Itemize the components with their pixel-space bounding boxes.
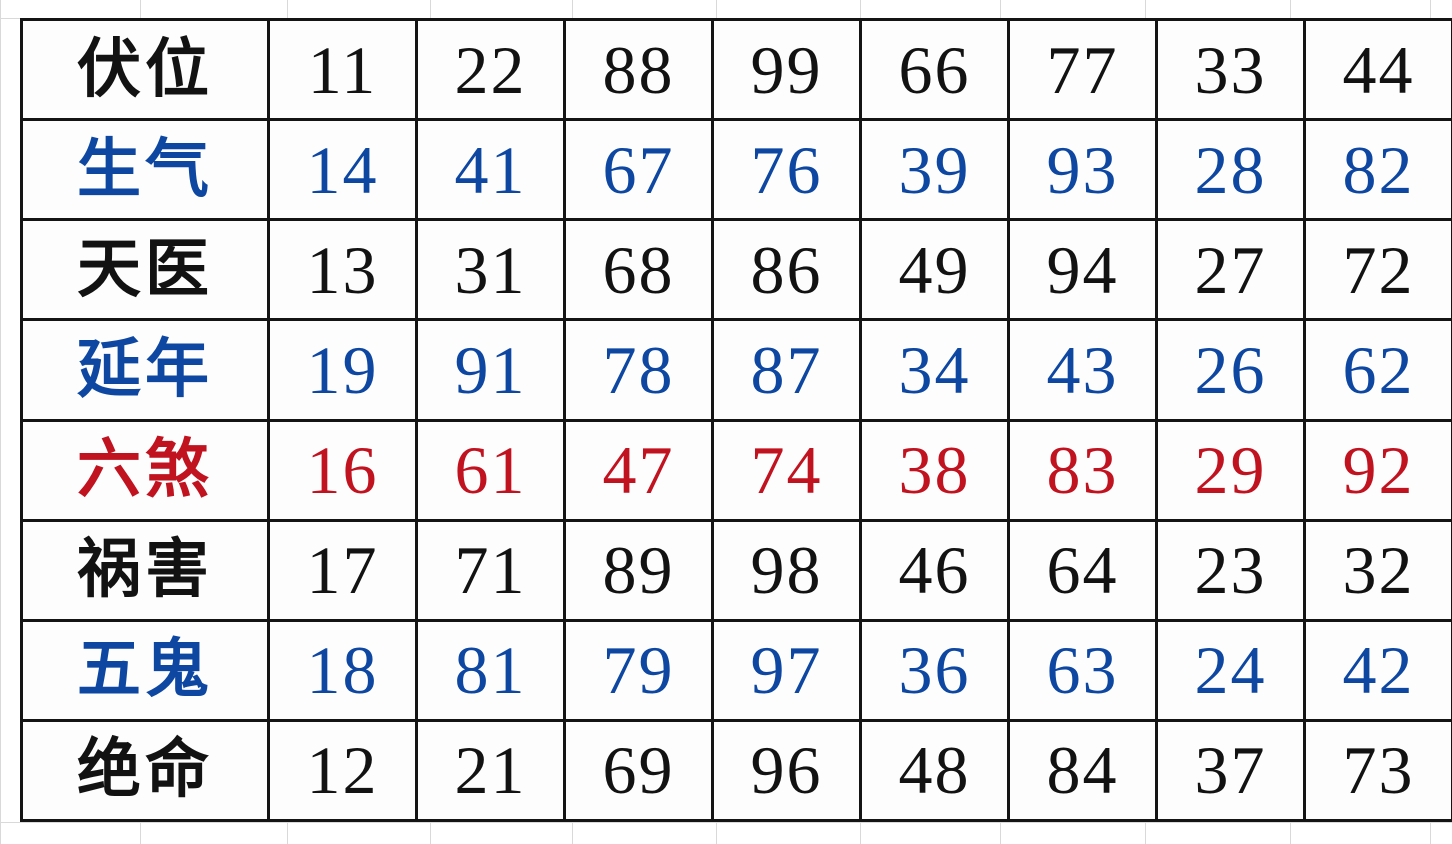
bagua-table-container: 伏位 11 22 88 99 66 77 33 44 生气 14 41 67 76 39 93 28 82 天医 13… — [20, 17, 1452, 823]
cell-r2-c8: 82 — [1303, 118, 1452, 222]
cell-r1-c5: 66 — [859, 17, 1010, 122]
cell-r1-c8: 44 — [1303, 17, 1452, 122]
cell-r5-c5: 38 — [859, 418, 1010, 522]
cell-r1-c4: 99 — [711, 17, 862, 122]
cell-r2-c2: 41 — [415, 118, 566, 222]
row-label-5: 六煞 — [20, 418, 270, 522]
cell-r2-c5: 39 — [859, 118, 1010, 222]
table-row: 延年 19 91 78 87 34 43 26 62 — [20, 318, 1452, 422]
cell-r5-c3: 47 — [563, 418, 714, 522]
row-label-2: 生气 — [20, 118, 270, 222]
cell-r1-c7: 33 — [1155, 17, 1306, 122]
cell-r1-c6: 77 — [1007, 17, 1158, 122]
cell-r2-c3: 67 — [563, 118, 714, 222]
cell-r7-c5: 36 — [859, 618, 1010, 722]
cell-r8-c7: 37 — [1155, 718, 1306, 823]
cell-r7-c4: 97 — [711, 618, 862, 722]
table-body: 伏位 11 22 88 99 66 77 33 44 生气 14 41 67 76 39 93 28 82 天医 13… — [20, 17, 1452, 823]
row-label-7: 五鬼 — [20, 618, 270, 722]
cell-r8-c4: 96 — [711, 718, 862, 823]
cell-r4-c8: 62 — [1303, 318, 1452, 422]
cell-r7-c1: 18 — [267, 618, 418, 722]
cell-r6-c5: 46 — [859, 518, 1010, 622]
cell-r2-c4: 76 — [711, 118, 862, 222]
cell-r5-c7: 29 — [1155, 418, 1306, 522]
cell-r7-c8: 42 — [1303, 618, 1452, 722]
cell-r3-c8: 72 — [1303, 218, 1452, 322]
cell-r7-c6: 63 — [1007, 618, 1158, 722]
cell-r5-c8: 92 — [1303, 418, 1452, 522]
cell-r3-c6: 94 — [1007, 218, 1158, 322]
row-label-8: 绝命 — [20, 718, 270, 823]
cell-r7-c2: 81 — [415, 618, 566, 722]
cell-r3-c3: 68 — [563, 218, 714, 322]
cell-r5-c1: 16 — [267, 418, 418, 522]
cell-r5-c6: 83 — [1007, 418, 1158, 522]
cell-r6-c7: 23 — [1155, 518, 1306, 622]
sheet-gridline-vertical-0 — [0, 0, 1, 844]
cell-r7-c3: 79 — [563, 618, 714, 722]
cell-r3-c2: 31 — [415, 218, 566, 322]
cell-r8-c2: 21 — [415, 718, 566, 823]
row-label-4: 延年 — [20, 318, 270, 422]
cell-r1-c3: 88 — [563, 17, 714, 122]
bagua-number-table: 伏位 11 22 88 99 66 77 33 44 生气 14 41 67 76 39 93 28 82 天医 13… — [20, 17, 1452, 823]
table-row: 六煞 16 61 47 74 38 83 29 92 — [20, 418, 1452, 522]
table-row: 天医 13 31 68 86 49 94 27 72 — [20, 218, 1452, 322]
cell-r6-c2: 71 — [415, 518, 566, 622]
cell-r3-c4: 86 — [711, 218, 862, 322]
cell-r5-c2: 61 — [415, 418, 566, 522]
sheet-gridline-horizontal-1 — [0, 822, 1452, 823]
cell-r7-c7: 24 — [1155, 618, 1306, 722]
cell-r4-c4: 87 — [711, 318, 862, 422]
table-row: 祸害 17 71 89 98 46 64 23 32 — [20, 518, 1452, 622]
cell-r4-c7: 26 — [1155, 318, 1306, 422]
cell-r5-c4: 74 — [711, 418, 862, 522]
cell-r3-c7: 27 — [1155, 218, 1306, 322]
cell-r8-c6: 84 — [1007, 718, 1158, 823]
table-row: 伏位 11 22 88 99 66 77 33 44 — [20, 17, 1452, 122]
row-label-3: 天医 — [20, 218, 270, 322]
row-label-6: 祸害 — [20, 518, 270, 622]
cell-r6-c8: 32 — [1303, 518, 1452, 622]
cell-r1-c2: 22 — [415, 17, 566, 122]
cell-r8-c5: 48 — [859, 718, 1010, 823]
table-row: 绝命 12 21 69 96 48 84 37 73 — [20, 718, 1452, 823]
cell-r4-c6: 43 — [1007, 318, 1158, 422]
cell-r3-c1: 13 — [267, 218, 418, 322]
cell-r6-c3: 89 — [563, 518, 714, 622]
cell-r2-c1: 14 — [267, 118, 418, 222]
cell-r4-c5: 34 — [859, 318, 1010, 422]
cell-r1-c1: 11 — [267, 17, 418, 122]
cell-r4-c2: 91 — [415, 318, 566, 422]
cell-r6-c6: 64 — [1007, 518, 1158, 622]
cell-r4-c3: 78 — [563, 318, 714, 422]
cell-r4-c1: 19 — [267, 318, 418, 422]
cell-r3-c5: 49 — [859, 218, 1010, 322]
cell-r8-c8: 73 — [1303, 718, 1452, 823]
cell-r8-c1: 12 — [267, 718, 418, 823]
cell-r2-c6: 93 — [1007, 118, 1158, 222]
table-row: 生气 14 41 67 76 39 93 28 82 — [20, 118, 1452, 222]
cell-r6-c1: 17 — [267, 518, 418, 622]
cell-r6-c4: 98 — [711, 518, 862, 622]
cell-r2-c7: 28 — [1155, 118, 1306, 222]
table-row: 五鬼 18 81 79 97 36 63 24 42 — [20, 618, 1452, 722]
row-label-1: 伏位 — [20, 17, 270, 122]
cell-r8-c3: 69 — [563, 718, 714, 823]
